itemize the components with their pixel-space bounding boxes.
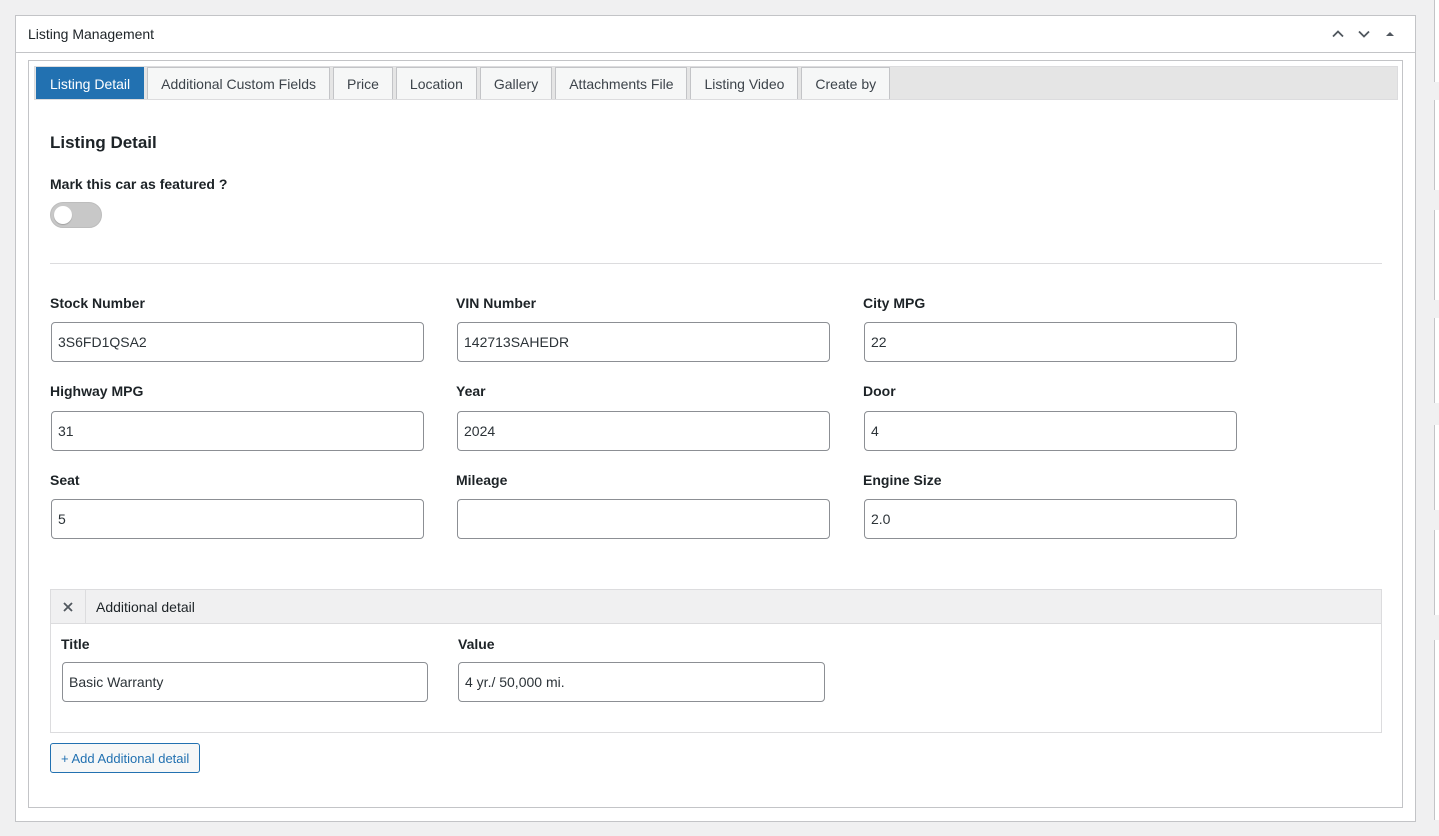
panel-controls [1325, 21, 1403, 47]
divider [50, 263, 1382, 264]
year-input[interactable] [457, 411, 830, 451]
tab-location[interactable]: Location [395, 67, 477, 99]
featured-toggle[interactable] [50, 202, 102, 228]
section-title: Listing Detail [50, 133, 157, 152]
stock-number-label: Stock Number [50, 295, 145, 311]
tab-additional-custom-fields[interactable]: Additional Custom Fields [147, 67, 331, 99]
additional-value-input[interactable] [458, 662, 825, 702]
edge-panel [1434, 425, 1439, 510]
tab-listing-detail[interactable]: Listing Detail [36, 67, 145, 99]
door-label: Door [863, 383, 896, 399]
featured-label: Mark this car as featured ? [50, 176, 228, 192]
caret-up-icon[interactable] [1377, 21, 1403, 47]
seat-input[interactable] [51, 499, 424, 539]
edge-panel [1434, 640, 1439, 820]
listing-detail-container: Listing Detail Additional Custom Fields … [28, 60, 1403, 808]
tab-price[interactable]: Price [333, 67, 393, 99]
tab-attachments-file[interactable]: Attachments File [555, 67, 688, 99]
engine-size-input[interactable] [864, 499, 1237, 539]
tab-listing-video[interactable]: Listing Video [690, 67, 799, 99]
toggle-knob [54, 206, 72, 224]
additional-detail-header: Additional detail [51, 590, 1381, 624]
tab-bar: Listing Detail Additional Custom Fields … [34, 66, 1398, 100]
panel-header: Listing Management [16, 16, 1415, 53]
vin-number-input[interactable] [457, 322, 830, 362]
seat-label: Seat [50, 472, 80, 488]
edge-panel [1434, 210, 1439, 300]
additional-detail-title: Additional detail [96, 598, 195, 615]
engine-size-label: Engine Size [863, 472, 942, 488]
year-label: Year [456, 383, 486, 399]
door-input[interactable] [864, 411, 1237, 451]
right-edge-panels [1434, 0, 1439, 836]
chevron-up-icon[interactable] [1325, 21, 1351, 47]
add-additional-detail-button[interactable]: + Add Additional detail [50, 743, 201, 773]
mileage-label: Mileage [456, 472, 508, 488]
panel-title: Listing Management [28, 26, 155, 42]
additional-title-input[interactable] [62, 662, 428, 702]
edge-panel [1434, 0, 1439, 82]
edge-panel [1434, 100, 1439, 190]
remove-icon[interactable] [51, 590, 86, 623]
tab-create-by[interactable]: Create by [801, 67, 891, 99]
stock-number-input[interactable] [51, 322, 424, 362]
tab-gallery[interactable]: Gallery [479, 67, 553, 99]
city-mpg-input[interactable] [864, 322, 1237, 362]
edge-panel [1434, 318, 1439, 403]
additional-detail-group: Additional detail Title Value [50, 589, 1382, 733]
listing-management-panel: Listing Management Listing Detail Additi… [15, 15, 1416, 822]
vin-number-label: VIN Number [456, 295, 537, 311]
highway-mpg-input[interactable] [51, 411, 424, 451]
city-mpg-label: City MPG [863, 295, 926, 311]
mileage-input[interactable] [457, 499, 830, 539]
chevron-down-icon[interactable] [1351, 21, 1377, 47]
edge-panel [1434, 530, 1439, 615]
highway-mpg-label: Highway MPG [50, 383, 144, 399]
additional-title-label: Title [61, 636, 90, 652]
additional-value-label: Value [458, 636, 495, 652]
